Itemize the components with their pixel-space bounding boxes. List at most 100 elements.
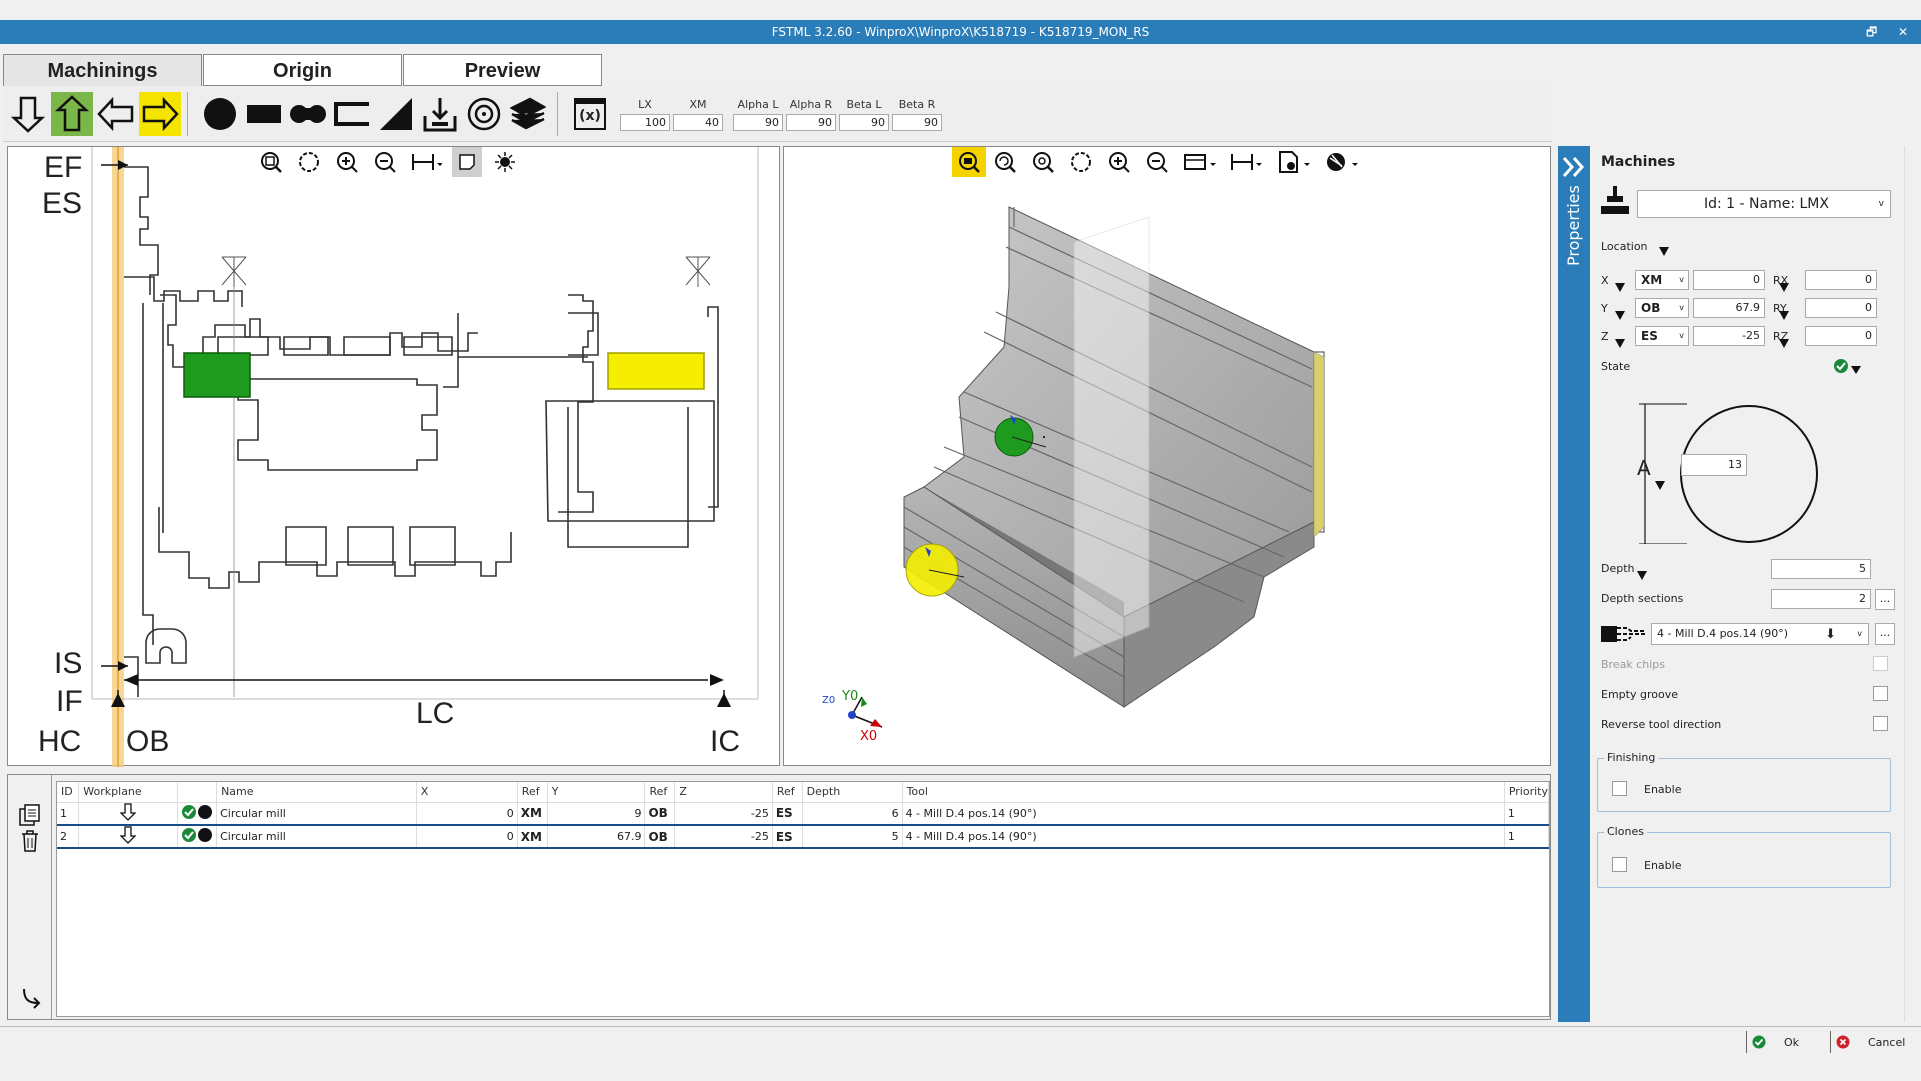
rz-toggle-icon[interactable] — [1779, 338, 1789, 351]
depth-input[interactable]: 5 — [1771, 559, 1871, 579]
z-ref-toggle-icon[interactable] — [1615, 338, 1625, 351]
arrow-left-icon[interactable] — [95, 92, 137, 136]
col-id[interactable]: ID — [57, 782, 80, 802]
toolbar-separator — [557, 92, 558, 136]
restore-icon[interactable]: 🗗 — [1866, 20, 1877, 44]
drill-target-icon[interactable] — [463, 92, 505, 136]
col-priority[interactable]: Priority — [1504, 782, 1550, 802]
copy-icon[interactable] — [18, 803, 42, 830]
arrow-up-icon[interactable] — [51, 92, 93, 136]
slot-mill-icon[interactable] — [287, 92, 329, 136]
depth-sections-button[interactable]: ... — [1875, 589, 1895, 610]
profile-drawing — [91, 147, 759, 767]
circle-mill-icon[interactable] — [199, 92, 241, 136]
dim-input-alpha-l[interactable]: 90 — [733, 114, 783, 131]
rx-input[interactable]: 0 — [1805, 270, 1877, 290]
dim-input-beta-l[interactable]: 90 — [839, 114, 889, 131]
break-chips-checkbox[interactable] — [1873, 656, 1888, 671]
table-row[interactable]: 2 Circular mill 0 XM 67.9 OB -25 ES 5 4 … — [57, 824, 1550, 849]
cell-z: -25 — [674, 824, 773, 849]
arrow-down-icon[interactable] — [7, 92, 49, 136]
x-ref-toggle-icon[interactable] — [1615, 282, 1625, 295]
z-input[interactable]: -25 — [1693, 326, 1765, 346]
rz-input[interactable]: 0 — [1805, 326, 1877, 346]
col-tool[interactable]: Tool — [902, 782, 1505, 802]
machine-icon — [1601, 186, 1629, 219]
depth-sections-input[interactable]: 2 — [1771, 589, 1871, 609]
col-name[interactable]: Name — [216, 782, 417, 802]
tool-select[interactable]: 4 - Mill D.4 pos.14 (90°) ⬇ v — [1651, 623, 1869, 645]
dim-input-lx[interactable]: 100 — [620, 114, 670, 131]
dim-input-xm[interactable]: 40 — [673, 114, 723, 131]
y-ref-toggle-icon[interactable] — [1615, 310, 1625, 323]
toolbar-separator — [187, 92, 188, 136]
x-ref-select[interactable]: XM v — [1635, 270, 1689, 290]
tab-origin[interactable]: Origin — [203, 54, 402, 86]
col-x-ref[interactable]: Ref — [517, 782, 548, 802]
properties-scrollbar[interactable] — [1904, 146, 1914, 1022]
col-z-ref[interactable]: Ref — [772, 782, 803, 802]
col-y[interactable]: Y — [547, 782, 646, 802]
cell-y: 9 — [547, 801, 646, 825]
depth-toggle-icon[interactable] — [1637, 570, 1647, 583]
col-x[interactable]: X — [416, 782, 518, 802]
ok-button[interactable]: Ok — [1752, 1031, 1832, 1053]
y-input[interactable]: 67.9 — [1693, 298, 1765, 318]
empty-groove-checkbox[interactable] — [1873, 686, 1888, 701]
dim-label-alpha-l: Alpha L — [737, 98, 779, 111]
layers-icon[interactable] — [507, 92, 549, 136]
cell-name: Circular mill — [216, 801, 417, 825]
location-expand-icon[interactable] — [1659, 246, 1669, 259]
insert-icon[interactable] — [419, 92, 461, 136]
break-chips-label: Break chips — [1601, 658, 1665, 671]
open-slot-icon[interactable] — [331, 92, 373, 136]
col-state[interactable] — [177, 782, 218, 802]
y-ref-value: OB — [1641, 301, 1661, 315]
properties-strip[interactable]: Properties — [1558, 146, 1590, 1022]
diameter-input[interactable]: 13 — [1681, 454, 1747, 476]
state-check-icon[interactable] — [1833, 358, 1863, 379]
machinings-grid: ID Workplane Name X Ref Y Ref Z Ref Dept… — [56, 781, 1550, 1017]
z-ref-select[interactable]: ES v — [1635, 326, 1689, 346]
return-icon[interactable] — [20, 987, 42, 1012]
collapse-chevron-icon[interactable] — [1562, 156, 1586, 181]
ry-input[interactable]: 0 — [1805, 298, 1877, 318]
x-input[interactable]: 0 — [1693, 270, 1765, 290]
cut-triangle-icon[interactable] — [375, 92, 417, 136]
cell-depth: 6 — [802, 801, 903, 825]
delete-icon[interactable] — [20, 829, 40, 856]
profile-3d-view[interactable]: Y0 Z0 X0 — [783, 146, 1551, 766]
rx-toggle-icon[interactable] — [1779, 282, 1789, 295]
rectangle-mill-icon[interactable] — [243, 92, 285, 136]
profile-2d-view[interactable]: EF ES IS IF HC OB LC IC — [7, 146, 780, 767]
cell-z-ref: ES — [772, 824, 803, 849]
y-ref-select[interactable]: OB v — [1635, 298, 1689, 318]
arrow-right-icon[interactable] — [139, 92, 181, 136]
reverse-tool-checkbox[interactable] — [1873, 716, 1888, 731]
formula-button[interactable]: (x) — [569, 92, 611, 136]
table-row[interactable]: 1 Circular mill 0 XM 9 OB -25 ES 6 4 - M… — [57, 801, 1550, 825]
col-y-ref[interactable]: Ref — [644, 782, 676, 802]
dim-input-beta-r[interactable]: 90 — [892, 114, 942, 131]
diameter-toggle-icon[interactable] — [1655, 480, 1665, 493]
finishing-enable-checkbox[interactable] — [1612, 781, 1627, 796]
col-z[interactable]: Z — [674, 782, 773, 802]
dim-input-alpha-r[interactable]: 90 — [786, 114, 836, 131]
machine-select[interactable]: Id: 1 - Name: LMX v — [1637, 190, 1891, 218]
cancel-button[interactable]: Cancel — [1836, 1031, 1916, 1053]
clones-enable-checkbox[interactable] — [1612, 857, 1627, 872]
title-bar: FSTML 3.2.60 - WinproX\WinproX\K518719 -… — [0, 20, 1921, 44]
reverse-tool-label: Reverse tool direction — [1601, 718, 1722, 731]
ry-toggle-icon[interactable] — [1779, 310, 1789, 323]
close-icon[interactable]: ✕ — [1898, 20, 1908, 44]
tool-button[interactable]: ... — [1875, 623, 1895, 645]
col-workplane[interactable]: Workplane — [78, 782, 179, 802]
tab-preview[interactable]: Preview — [403, 54, 602, 86]
tab-machinings[interactable]: Machinings — [3, 54, 202, 86]
ef-label: EF — [44, 151, 83, 184]
chevron-down-icon: v — [1679, 331, 1684, 340]
col-depth[interactable]: Depth — [802, 782, 903, 802]
clones-group: Clones Enable — [1597, 825, 1891, 888]
depth-sections-label: Depth sections — [1601, 592, 1684, 605]
cell-x-ref: XM — [517, 824, 548, 849]
